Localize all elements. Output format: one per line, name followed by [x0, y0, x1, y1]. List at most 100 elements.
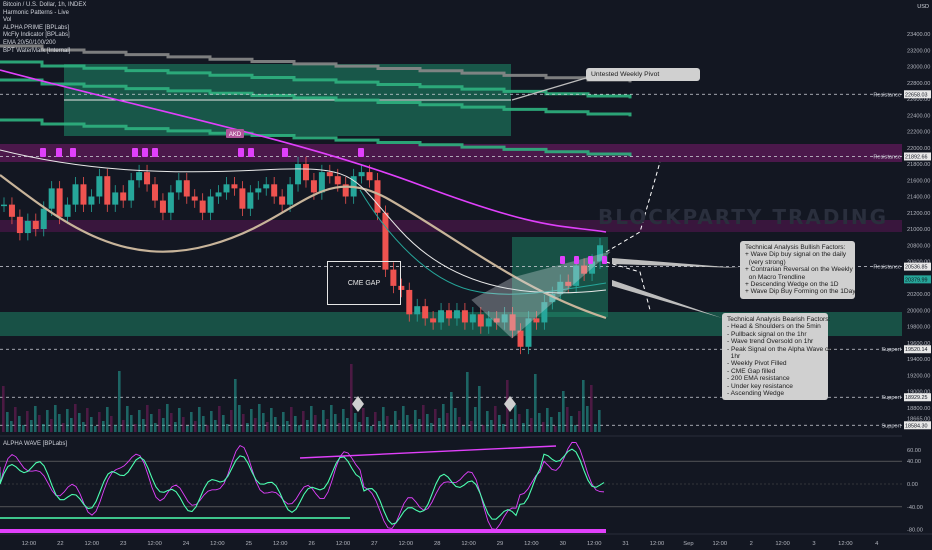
- peak-signal-marker: [358, 148, 364, 157]
- time-tick-label: Sep: [683, 541, 693, 547]
- volume-bar: [290, 407, 293, 432]
- volume-bar: [346, 418, 349, 432]
- time-tick-label: 26: [308, 541, 314, 547]
- peak-signal-marker: [560, 256, 565, 264]
- time-tick-label: 12:00: [775, 541, 790, 547]
- volume-bar: [170, 413, 173, 432]
- time-tick-label: 12:00: [85, 541, 100, 547]
- candle-body: [72, 184, 79, 205]
- volume-bar: [194, 421, 197, 432]
- time-tick-label: 12:00: [399, 541, 414, 547]
- level-label: Support: [881, 347, 901, 353]
- volume-bar: [74, 404, 77, 432]
- candle-body: [40, 208, 47, 229]
- legend-alpha-prime[interactable]: ALPHA PRIME [BPLabs]: [3, 25, 86, 33]
- time-tick-label: 23: [120, 541, 126, 547]
- price-tag-value: 18584.30: [905, 423, 927, 429]
- level-label: Resistance: [873, 265, 901, 271]
- price-tick-label: 23400.00: [907, 32, 930, 38]
- volume-bar: [106, 407, 109, 432]
- volume-bar: [2, 386, 5, 432]
- volume-bar: [22, 425, 25, 432]
- price-tick-label: 20200.00: [907, 292, 930, 298]
- chart-legend: Bitcoin / U.S. Dollar, 1h, INDEX Harmoni…: [3, 2, 86, 55]
- price-tick-label: 23000.00: [907, 65, 930, 71]
- volume-bar: [14, 407, 17, 432]
- volume-bar: [42, 424, 45, 432]
- peak-signal-marker: [56, 148, 62, 157]
- volume-bar: [402, 406, 405, 432]
- volume-bar: [414, 410, 417, 432]
- volume-bar: [202, 416, 205, 432]
- legend-watermark[interactable]: BPT WaterMark [Internal]: [3, 48, 86, 56]
- peak-signal-marker: [40, 148, 46, 157]
- volume-bar: [138, 410, 141, 432]
- legend-volume[interactable]: Vol: [3, 17, 86, 25]
- osc-tick-label: -40.00: [907, 505, 923, 511]
- volume-bar: [286, 421, 289, 432]
- volume-bar: [450, 392, 453, 432]
- volume-bar: [98, 412, 101, 432]
- volume-bar: [50, 419, 53, 432]
- currency-label: USD: [917, 4, 929, 10]
- volume-bar: [418, 419, 421, 432]
- time-tick-label: 30: [560, 541, 566, 547]
- legend-harmonic[interactable]: Harmonic Patterns - Live: [3, 10, 86, 18]
- volume-bar: [318, 424, 321, 432]
- candle-body: [255, 188, 262, 193]
- price-tick-label: 21400.00: [907, 195, 930, 201]
- volume-bar: [102, 421, 105, 432]
- volume-bar: [278, 426, 281, 432]
- volume-bar: [214, 420, 217, 432]
- volume-bar: [434, 409, 437, 432]
- level-label: Support: [881, 395, 901, 401]
- volume-bar: [250, 409, 253, 432]
- level-label: Support: [881, 423, 901, 429]
- candle-body: [231, 184, 238, 189]
- level-label: Resistance: [873, 92, 901, 98]
- candle-body: [279, 196, 286, 205]
- candle-body: [430, 318, 437, 323]
- volume-bar: [86, 408, 89, 432]
- volume-bar: [186, 426, 189, 432]
- candle-body: [32, 220, 39, 229]
- volume-bar: [10, 421, 13, 432]
- osc-tick-label: 40.00: [907, 459, 921, 465]
- volume-bar: [562, 391, 565, 432]
- volume-bar: [442, 404, 445, 432]
- volume-bar: [406, 415, 409, 432]
- time-tick-label: 29: [497, 541, 503, 547]
- candle-body: [453, 310, 460, 319]
- price-tick-label: 21200.00: [907, 211, 930, 217]
- volume-bar: [530, 418, 533, 432]
- bullish-factors-note[interactable]: Technical Analysis Bullish Factors: + Wa…: [740, 241, 856, 299]
- price-tick-label: 21000.00: [907, 227, 930, 233]
- peak-signal-marker: [132, 148, 138, 157]
- candle-body: [112, 192, 119, 205]
- candle-body: [422, 306, 429, 319]
- price-tag-value: 19520.14: [905, 347, 927, 353]
- legend-symbol[interactable]: Bitcoin / U.S. Dollar, 1h, INDEX: [3, 2, 86, 10]
- cme-gap-box[interactable]: CME GAP: [327, 261, 401, 305]
- volume-bar: [538, 413, 541, 432]
- legend-mcfly[interactable]: McFly Indicator [BPLabs]: [3, 32, 86, 40]
- time-tick-label: 12:00: [22, 541, 37, 547]
- bearish-factors-note[interactable]: Technical Analysis Bearish Factors: - He…: [722, 313, 832, 401]
- volume-bar: [422, 405, 425, 432]
- volume-bar: [174, 422, 177, 432]
- price-tag-value: 18929.25: [905, 395, 927, 401]
- peak-signal-marker: [238, 148, 244, 157]
- time-tick-label: 31: [622, 541, 628, 547]
- volume-bar: [242, 414, 245, 432]
- legend-ema[interactable]: EMA 20/50/100/200: [3, 40, 86, 48]
- candle-body: [310, 180, 317, 193]
- volume-bar: [46, 410, 49, 432]
- volume-bar: [578, 411, 581, 432]
- candle-body: [136, 172, 143, 181]
- volume-bar: [370, 426, 373, 432]
- volume-bar: [398, 420, 401, 432]
- pivot-note[interactable]: Untested Weekly Pivot: [586, 68, 700, 82]
- peak-signal-marker: [70, 148, 76, 157]
- volume-bar: [518, 414, 521, 432]
- time-tick-label: 12:00: [838, 541, 853, 547]
